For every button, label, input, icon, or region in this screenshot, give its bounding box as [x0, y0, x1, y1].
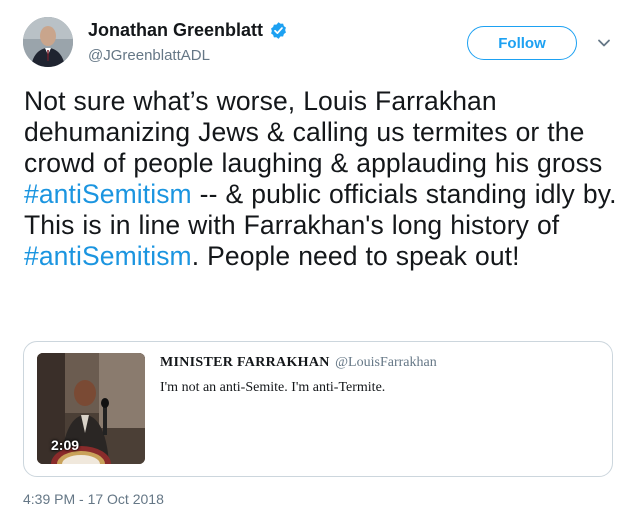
chevron-down-icon[interactable]: [597, 38, 611, 48]
author-name-row: Jonathan Greenblatt: [88, 20, 288, 41]
author-handle[interactable]: @JGreenblattADL: [88, 47, 210, 64]
quoted-tweet-header: MINISTER FARRAKHAN @LouisFarrakhan: [160, 355, 437, 371]
quoted-tweet-text: I'm not an anti-Semite. I'm anti-Termite…: [160, 380, 386, 395]
verified-badge-icon: [271, 22, 286, 39]
tweet-text: Not sure what’s worse, Louis Farrakhan d…: [24, 86, 624, 272]
tweet-text-segment: Not sure what’s worse, Louis Farrakhan d…: [24, 86, 603, 178]
follow-button[interactable]: Follow: [467, 26, 577, 60]
tweet-timestamp[interactable]: 4:39 PM - 17 Oct 2018: [23, 491, 164, 507]
quoted-author-name: MINISTER FARRAKHAN: [160, 355, 330, 370]
quoted-author-handle: @LouisFarrakhan: [335, 355, 437, 370]
author-avatar[interactable]: [23, 17, 73, 67]
hashtag-link[interactable]: #antiSemitism: [24, 241, 192, 271]
hashtag-link[interactable]: #antiSemitism: [24, 179, 192, 209]
profile-photo-icon: [23, 17, 73, 67]
quoted-tweet[interactable]: 2:09 MINISTER FARRAKHAN @LouisFarrakhan …: [23, 341, 613, 477]
tweet-text-segment: . People need to speak out!: [191, 241, 520, 271]
video-duration: 2:09: [51, 437, 80, 453]
quoted-video-thumbnail[interactable]: 2:09: [37, 353, 145, 464]
author-display-name[interactable]: Jonathan Greenblatt: [88, 20, 263, 41]
